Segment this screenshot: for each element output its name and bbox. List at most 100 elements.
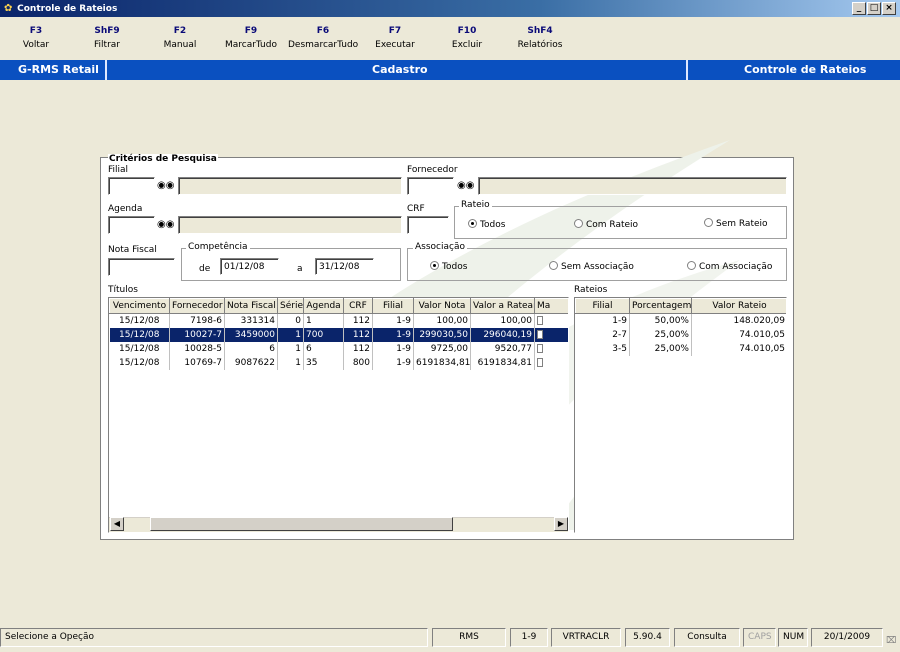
binoculars-icon[interactable]: ◉◉ [157, 177, 174, 194]
filial-input[interactable] [108, 177, 155, 195]
scroll-left-icon[interactable]: ◀ [110, 517, 124, 531]
cell-fornecedor: 7198-6 [169, 313, 225, 328]
shortcut-key: F9 [244, 26, 258, 36]
cell-marcado[interactable] [534, 355, 568, 370]
table-row[interactable]: 15/12/08 10769-7 9087622 1 35 800 1-9 61… [109, 355, 568, 370]
cell-serie: 1 [277, 327, 304, 342]
toolbar-excluir[interactable]: F10 Excluir [432, 24, 502, 52]
column-header[interactable]: Nota Fiscal [224, 298, 278, 314]
status-version: 5.90.4 [625, 628, 670, 647]
fornecedor-input[interactable] [407, 177, 454, 195]
scrollbar-thumb[interactable] [150, 517, 453, 531]
competencia-de-input[interactable]: 01/12/08 [220, 258, 279, 275]
table-row[interactable]: 15/12/08 10028-5 6 1 6 112 1-9 9725,00 9… [109, 341, 568, 356]
toolbar-desmarcar-tudo[interactable]: F6 DesmarcarTudo [288, 24, 358, 52]
cell-valor-nota: 9725,00 [413, 341, 471, 356]
associacao-title: Associação [413, 242, 467, 252]
binoculars-icon[interactable]: ◉◉ [457, 177, 474, 194]
crf-input[interactable] [407, 216, 449, 234]
radio-label: Com Rateio [586, 220, 639, 230]
status-message: Selecione a Opeção [0, 628, 428, 647]
cell-nota-fiscal: 3459000 [224, 327, 278, 342]
cell-filial: 1-9 [372, 341, 414, 356]
radio-label: Sem Associação [561, 262, 634, 272]
cell-valor-rateio: 148.020,09 [691, 313, 786, 328]
column-header[interactable]: Ma [534, 298, 568, 314]
radio-label: Com Associação [699, 262, 773, 272]
toolbar-marcar-tudo[interactable]: F9 MarcarTudo [216, 24, 286, 52]
cell-serie: 0 [277, 313, 304, 328]
toolbar-relatorios[interactable]: ShF4 Relatórios [505, 24, 575, 52]
close-button[interactable]: × [882, 2, 896, 15]
associacao-todos-radio[interactable]: Todos [430, 261, 467, 272]
toolbar-label: Filtrar [94, 40, 120, 50]
a-label: a [297, 264, 303, 274]
toolbar-label: DesmarcarTudo [288, 40, 359, 50]
cell-marcado[interactable] [534, 327, 568, 342]
rateio-sem-radio[interactable]: Sem Rateio [704, 218, 768, 229]
filial-label: Filial [108, 165, 129, 175]
cell-crf: 800 [343, 355, 373, 370]
table-row[interactable]: 3-5 25,00% 74.010,05 [575, 341, 786, 356]
column-header[interactable]: Filial [575, 298, 630, 314]
column-header[interactable]: Agenda [303, 298, 344, 314]
cell-agenda: 6 [303, 341, 344, 356]
titulos-table: Vencimento Fornecedor Nota Fiscal Série … [109, 298, 568, 370]
cell-agenda: 700 [303, 327, 344, 342]
resize-grip-icon[interactable]: ⌧ [886, 636, 898, 648]
toolbar-manual[interactable]: F2 Manual [145, 24, 215, 52]
de-label: de [199, 264, 211, 274]
toolbar-executar[interactable]: F7 Executar [360, 24, 430, 52]
cell-vencimento: 15/12/08 [109, 313, 170, 328]
column-header[interactable]: Filial [372, 298, 414, 314]
shortcut-key: F7 [388, 26, 402, 36]
column-header[interactable]: Porcentagem [629, 298, 692, 314]
agenda-description [178, 216, 402, 234]
radio-label: Todos [480, 220, 506, 230]
shortcut-key: F6 [316, 26, 330, 36]
status-program: VRTRACLR [551, 628, 621, 647]
nota-fiscal-input[interactable] [108, 258, 175, 276]
toolbar-label: MarcarTudo [224, 40, 277, 50]
cell-marcado[interactable] [534, 341, 568, 356]
toolbar-voltar[interactable]: F3 Voltar [1, 24, 71, 52]
column-header[interactable]: CRF [343, 298, 373, 314]
shortcut-key: ShF4 [527, 26, 553, 36]
table-row-selected[interactable]: 15/12/08 10027-7 3459000 1 700 112 1-9 2… [109, 327, 568, 342]
cell-valor-nota: 100,00 [413, 313, 471, 328]
cell-marcado[interactable] [534, 313, 568, 328]
binoculars-icon[interactable]: ◉◉ [157, 216, 174, 233]
column-header[interactable]: Valor a Ratear [470, 298, 535, 314]
column-header[interactable]: Valor Nota [413, 298, 471, 314]
column-header[interactable]: Fornecedor [169, 298, 225, 314]
rateios-label: Rateios [574, 285, 608, 295]
cell-fornecedor: 10769-7 [169, 355, 225, 370]
checkbox-icon [537, 329, 543, 339]
associacao-sem-radio[interactable]: Sem Associação [549, 261, 634, 272]
rateios-grid[interactable]: Filial Porcentagem Valor Rateio 1-9 50,0… [574, 297, 787, 533]
screen-name: Controle de Rateios [744, 63, 867, 76]
table-row[interactable]: 2-7 25,00% 74.010,05 [575, 327, 786, 342]
cell-valor-nota: 6191834,81 [413, 355, 471, 370]
band-divider [105, 60, 107, 80]
column-header[interactable]: Vencimento [109, 298, 170, 314]
minimize-button[interactable]: _ [852, 2, 866, 15]
restore-button[interactable]: □ [867, 2, 881, 15]
scroll-right-icon[interactable]: ▶ [554, 517, 568, 531]
rateio-todos-radio[interactable]: Todos [468, 219, 505, 230]
toolbar-filtrar[interactable]: ShF9 Filtrar [72, 24, 142, 52]
titulos-grid[interactable]: Vencimento Fornecedor Nota Fiscal Série … [108, 297, 569, 533]
rateio-com-radio[interactable]: Com Rateio [574, 219, 638, 230]
shortcut-key: F2 [173, 26, 187, 36]
radio-icon [549, 261, 558, 270]
cell-filial: 2-7 [575, 327, 630, 342]
shortcut-key: ShF9 [94, 26, 120, 36]
table-row[interactable]: 15/12/08 7198-6 331314 0 1 112 1-9 100,0… [109, 313, 568, 328]
column-header[interactable]: Série [277, 298, 304, 314]
agenda-input[interactable] [108, 216, 155, 234]
associacao-com-radio[interactable]: Com Associação [687, 261, 772, 272]
column-header[interactable]: Valor Rateio [691, 298, 786, 314]
cell-valor-ratear: 9520,77 [470, 341, 535, 356]
table-row[interactable]: 1-9 50,00% 148.020,09 [575, 313, 786, 328]
competencia-a-input[interactable]: 31/12/08 [315, 258, 374, 275]
